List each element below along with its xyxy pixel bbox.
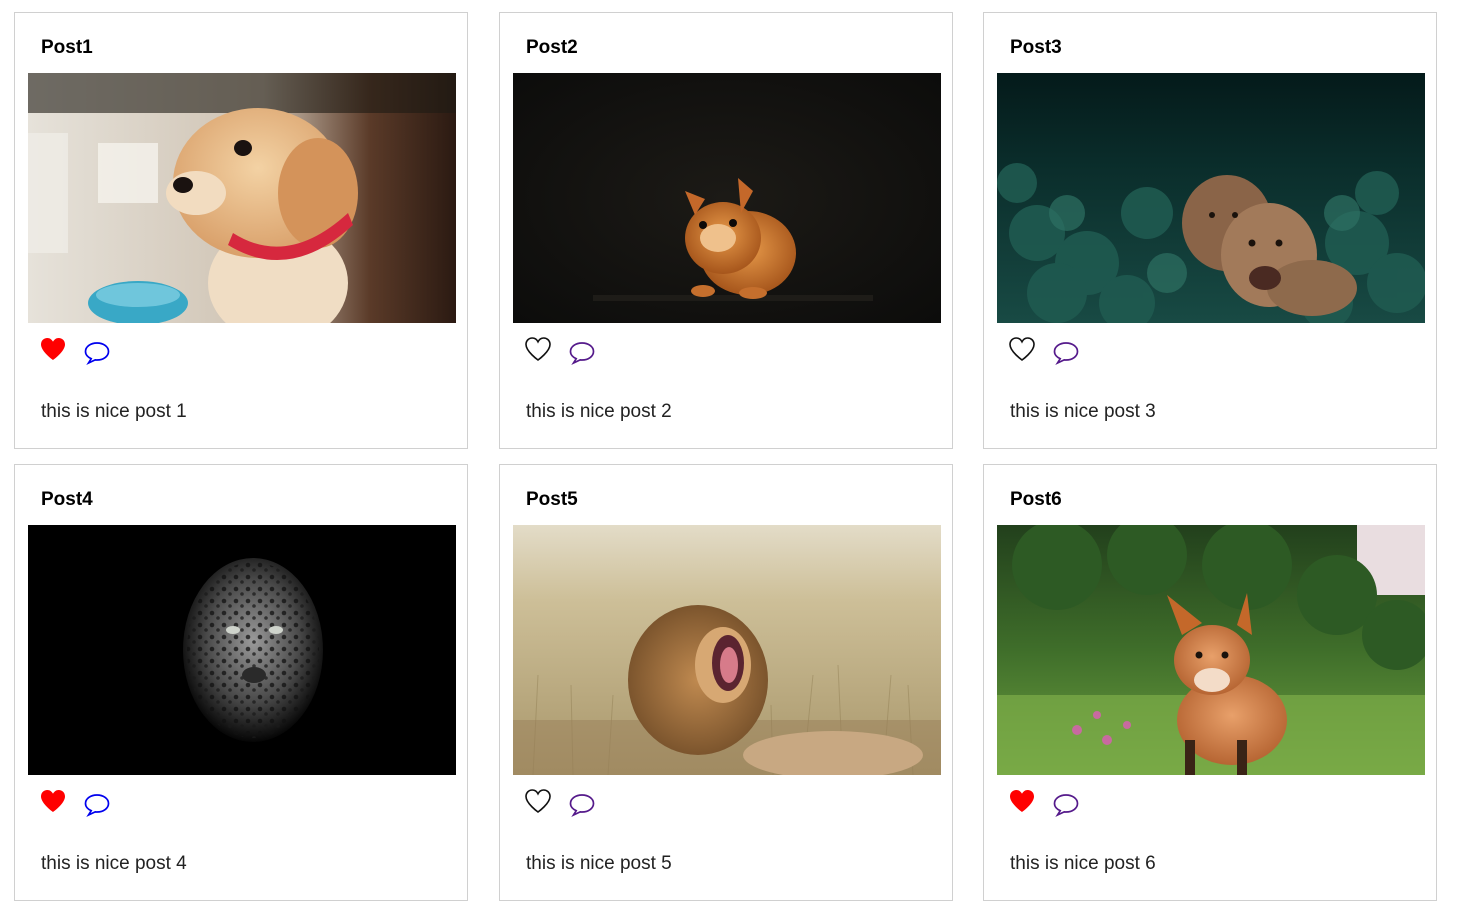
post-title: Post5 (526, 489, 578, 510)
post-title: Post4 (41, 489, 93, 510)
post-caption: this is nice post 2 (526, 401, 672, 422)
post-caption: this is nice post 5 (526, 853, 672, 874)
post-card: Post2 this is nice post 2 (499, 12, 953, 449)
post-title: Post2 (526, 37, 578, 58)
post-caption: this is nice post 6 (1010, 853, 1156, 874)
comment-icon-button[interactable] (83, 339, 111, 365)
post-image-puppy (28, 73, 456, 323)
post-image-lion (513, 525, 941, 775)
post-card: Post6 this is nice post 6 (983, 464, 1437, 901)
heart-icon-like-button[interactable] (39, 788, 67, 814)
comment-icon-button[interactable] (568, 339, 596, 365)
comment-icon-button[interactable] (1052, 339, 1080, 365)
post-card: Post1 this is nice post 1 (14, 12, 468, 449)
post-card: Post3 this is nice post 3 (983, 12, 1437, 449)
post-card: Post5 this is nice post 5 (499, 464, 953, 901)
heart-icon-like-button[interactable] (39, 336, 67, 362)
post-caption: this is nice post 1 (41, 401, 187, 422)
heart-icon-like-button[interactable] (1008, 788, 1036, 814)
comment-icon-button[interactable] (568, 791, 596, 817)
post-image-leopard (28, 525, 456, 775)
post-title: Post6 (1010, 489, 1062, 510)
comment-icon-button[interactable] (1052, 791, 1080, 817)
post-image-fox (997, 525, 1425, 775)
post-card: Post4 this is nice post 4 (14, 464, 468, 901)
post-caption: this is nice post 3 (1010, 401, 1156, 422)
post-image-squirrel (513, 73, 941, 323)
post-caption: this is nice post 4 (41, 853, 187, 874)
heart-icon-like-button[interactable] (1008, 336, 1036, 362)
post-title: Post1 (41, 37, 93, 58)
post-grid: Post1 this is nice post 1 Post2 this is … (0, 0, 1463, 919)
comment-icon-button[interactable] (83, 791, 111, 817)
post-image-lionesses (997, 73, 1425, 323)
heart-icon-like-button[interactable] (524, 336, 552, 362)
heart-icon-like-button[interactable] (524, 788, 552, 814)
post-title: Post3 (1010, 37, 1062, 58)
